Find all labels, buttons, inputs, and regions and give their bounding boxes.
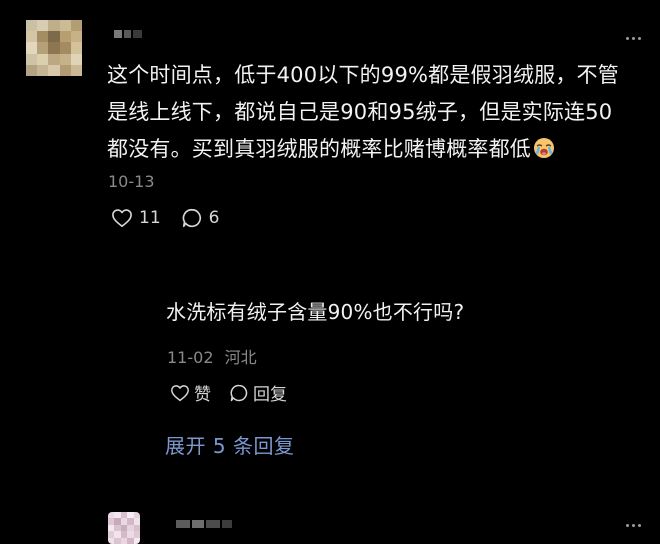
reply-username-blurred[interactable] [176,520,232,528]
more-options-icon[interactable] [626,33,641,43]
expand-replies-link[interactable]: 展开 5 条回复 [165,430,294,459]
reply-location: 河北 [224,348,257,367]
like-count: 11 [139,208,161,228]
heart-icon [112,209,132,227]
comment-bubble-icon [230,384,248,401]
comment-text: 这个时间点，低于400以下的99%都是假羽绒服，不管是线上线下，都说自己是90和… [107,57,627,168]
reply-like-button[interactable]: 赞 [170,380,211,405]
comment-actions: 11 6 [111,207,239,229]
username-blurred[interactable] [114,30,142,38]
heart-icon [171,384,189,401]
reply-actions: 赞 回复 [170,380,305,405]
reply-reply-label: 回复 [253,385,287,405]
comment-bubble-icon [182,208,201,228]
reply-meta: 11-02 河北 [167,344,257,368]
reply-date: 11-02 [167,348,214,367]
comment-item: 这个时间点，低于400以下的99%都是假羽绒服，不管是线上线下，都说自己是90和… [0,0,660,250]
reply-like-label: 赞 [194,385,211,405]
reply-item [0,250,660,544]
reply-count: 6 [208,208,220,228]
comment-date: 10-13 [108,172,155,191]
reply-more-options-icon[interactable] [626,520,641,530]
like-button[interactable]: 11 [111,208,161,228]
crying-face-emoji-icon [534,138,554,158]
reply-reply-button[interactable]: 回复 [229,380,287,405]
reply-text: 水洗标有绒子含量90%也不行吗? [166,300,465,324]
avatar[interactable] [26,20,82,76]
reply-button[interactable]: 6 [181,207,220,229]
reply-avatar[interactable] [108,512,140,544]
